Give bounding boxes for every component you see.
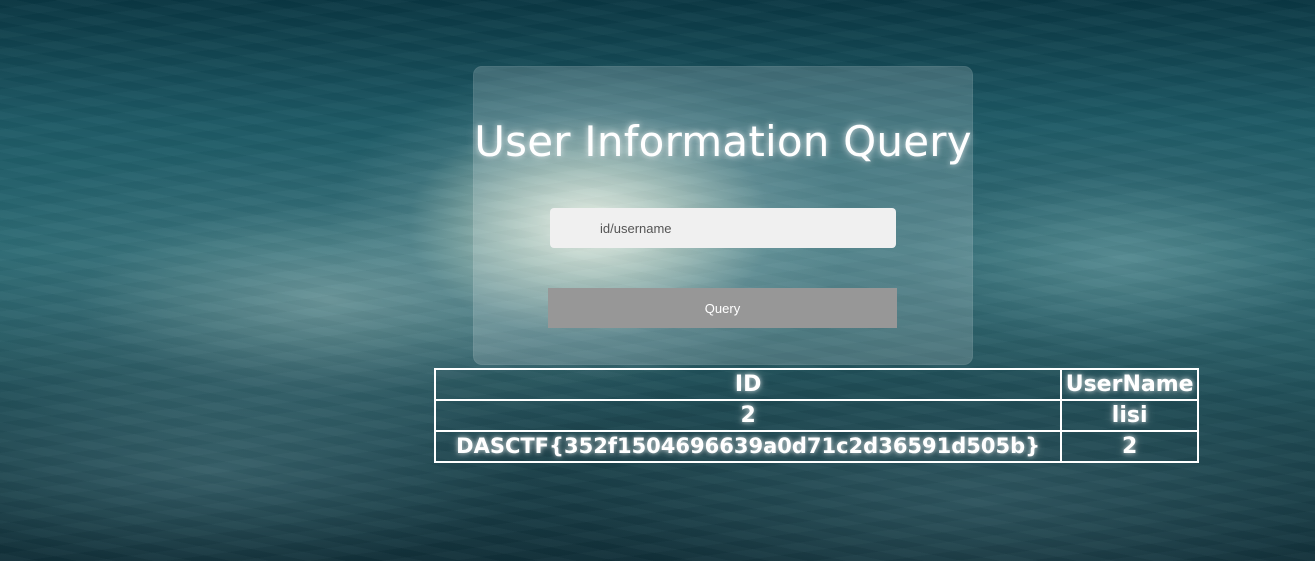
result-table: ID UserName 2 lisi DASCTF{352f1504696639… [433,368,1199,463]
table-cell-username: 2 [1060,430,1199,463]
query-button[interactable]: Query [548,288,897,328]
table-cell-id: DASCTF{352f1504696639a0d71c2d36591d505b} [433,430,1063,463]
table-header-id: ID [433,368,1063,401]
page-title: User Information Query [474,117,972,166]
search-input[interactable] [550,208,896,248]
query-card: User Information Query Query [473,66,973,365]
table-row: 2 lisi [433,399,1199,432]
table-header-row: ID UserName [433,368,1199,401]
table-row: DASCTF{352f1504696639a0d71c2d36591d505b}… [433,430,1199,463]
table-cell-username: lisi [1060,399,1199,432]
table-header-username: UserName [1060,368,1199,401]
table-cell-id: 2 [433,399,1063,432]
